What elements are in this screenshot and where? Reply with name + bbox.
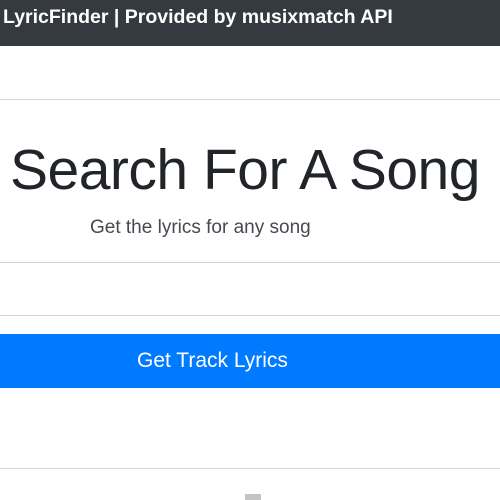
get-track-lyrics-button[interactable]: Get Track Lyrics (0, 334, 500, 388)
navbar: LyricFinder | Provided by musixmatch API (0, 0, 500, 46)
song-title-input[interactable] (0, 262, 500, 316)
navbar-brand[interactable]: LyricFinder | Provided by musixmatch API (3, 5, 393, 29)
loading-spinner (245, 494, 261, 500)
divider (0, 468, 500, 469)
page-title: Search For A Song (10, 138, 480, 202)
divider (0, 99, 500, 100)
page-subtitle: Get the lyrics for any song (90, 217, 311, 238)
get-track-lyrics-label: Get Track Lyrics (137, 349, 288, 372)
